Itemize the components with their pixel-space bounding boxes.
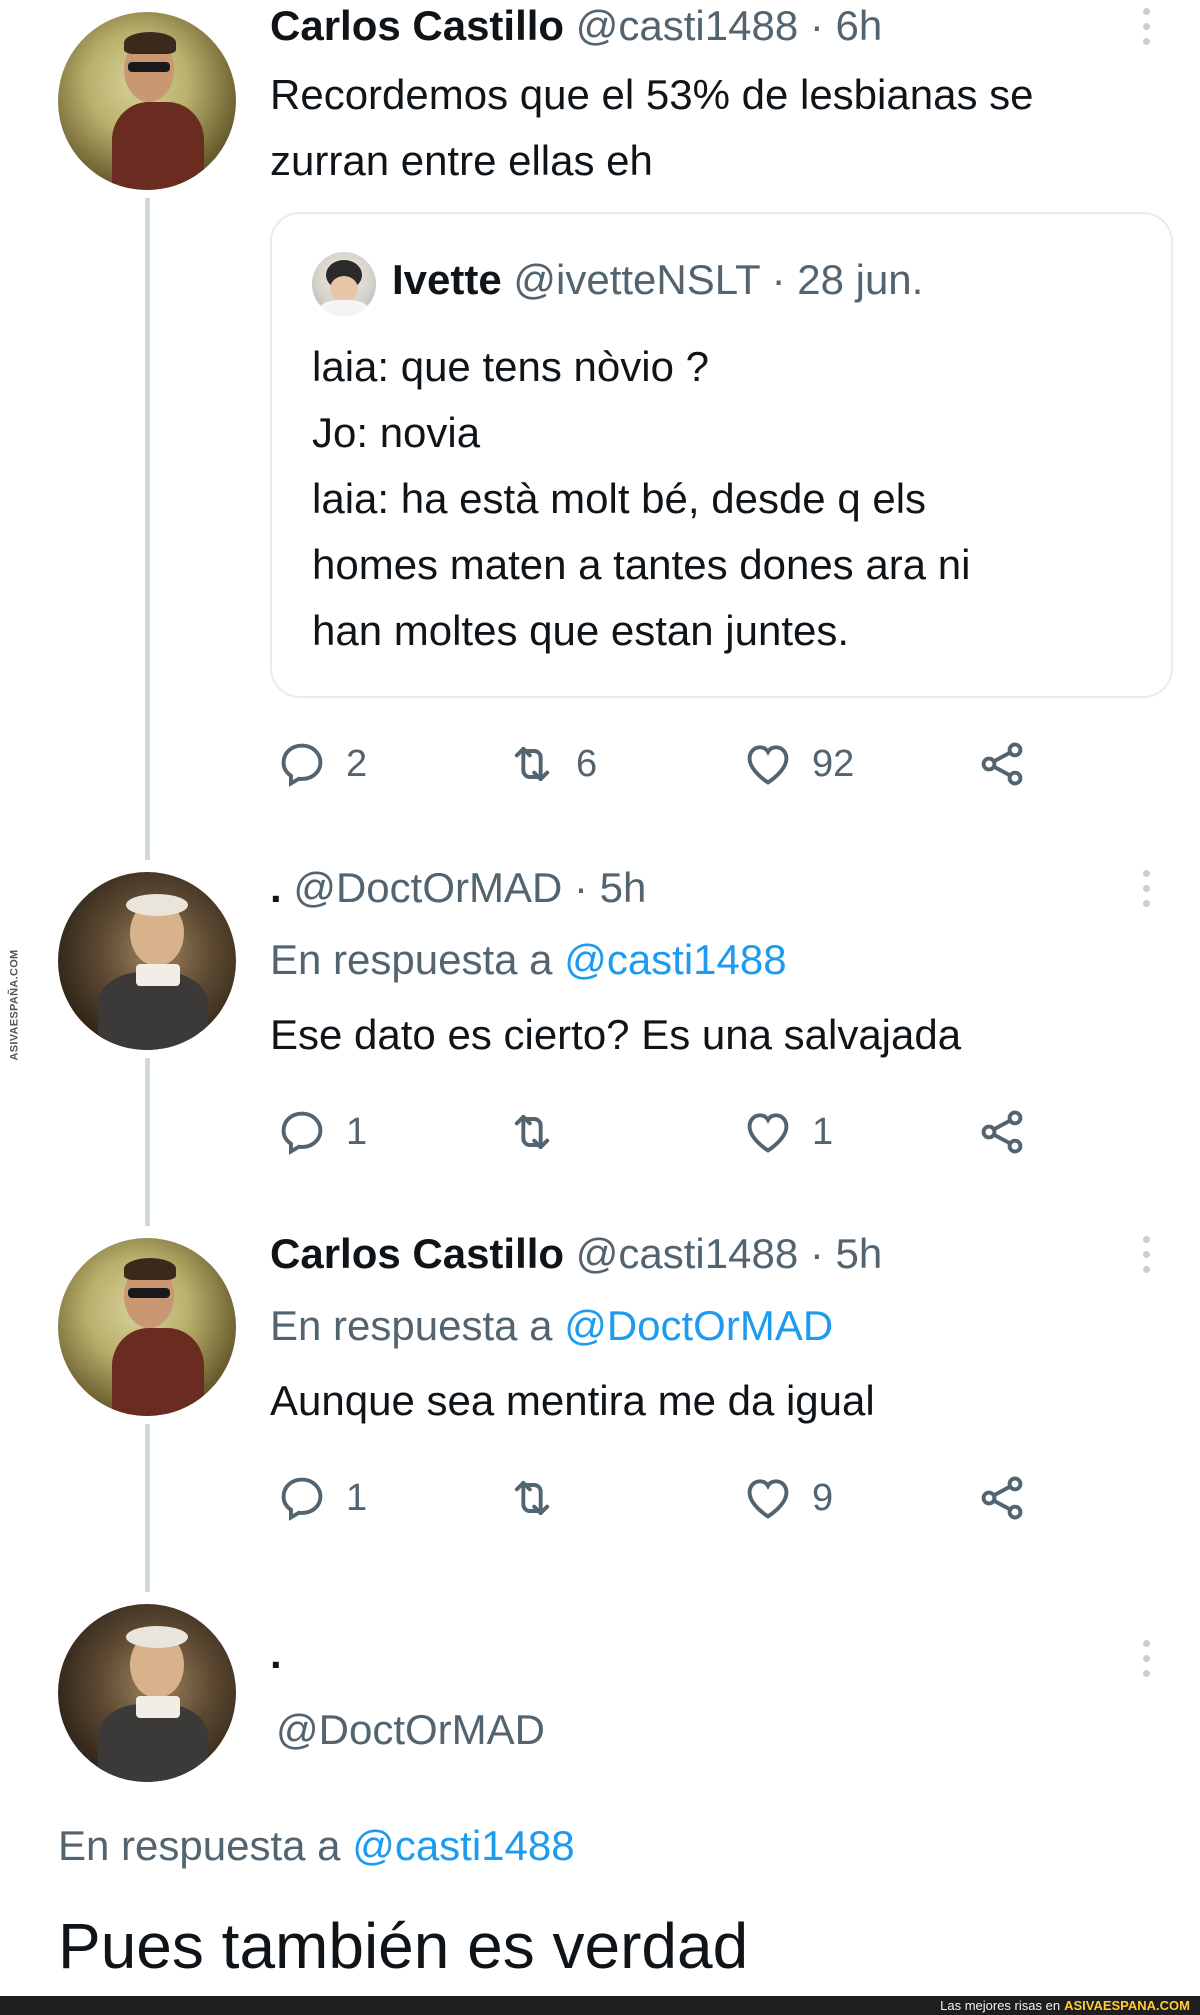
- tweet-header: .: [270, 1630, 282, 1678]
- tweet-header: Carlos Castillo @casti1488 · 6h: [270, 2, 882, 50]
- tweet-actions: 1 1: [270, 1102, 1050, 1162]
- reply-button[interactable]: 1: [276, 1468, 367, 1528]
- footer-text: Las mejores risas en: [940, 1998, 1061, 2013]
- tweet-header: . @DoctOrMAD · 5h: [270, 864, 646, 912]
- retweet-icon: [514, 746, 550, 782]
- retweet-count: 6: [576, 742, 598, 785]
- reply-prefix: En respuesta a: [270, 1302, 553, 1349]
- tweet-time[interactable]: · 6h: [810, 2, 882, 49]
- tweet-text: Ese dato es cierto? Es una salvajada: [270, 1011, 962, 1058]
- share-icon: [981, 1110, 1023, 1154]
- tweet-header: Carlos Castillo @casti1488 · 5h: [270, 1230, 882, 1278]
- more-options-icon[interactable]: [1136, 1640, 1156, 1677]
- reply-context: En respuesta a @DoctOrMAD: [270, 1302, 833, 1350]
- reply-count: 1: [346, 1476, 368, 1519]
- user-handle[interactable]: @casti1488: [576, 1230, 798, 1277]
- twitter-thread-screenshot: ASIVAESPAÑA.COM Carlos Castillo @casti14…: [0, 0, 1200, 2015]
- like-count: 92: [812, 742, 855, 785]
- reply-button[interactable]: 2: [276, 734, 367, 794]
- share-icon: [981, 1476, 1023, 1520]
- user-handle[interactable]: @DoctOrMAD: [276, 1706, 545, 1753]
- share-button[interactable]: [976, 734, 1028, 794]
- tweet-time: · 28 jun.: [771, 256, 924, 303]
- reply-mention-link[interactable]: @DoctOrMAD: [564, 1302, 833, 1349]
- heart-icon: [747, 1479, 789, 1519]
- site-watermark: ASIVAESPAÑA.COM: [2, 940, 28, 1070]
- reply-icon: [281, 1111, 323, 1155]
- quoted-tweet-header: Ivette @ivetteNSLT · 28 jun.: [392, 256, 923, 304]
- thread-line: [145, 1058, 150, 1226]
- reply-icon: [281, 1477, 323, 1521]
- more-options-icon[interactable]: [1136, 870, 1156, 907]
- footer-brand-link[interactable]: ASIVAESPANA.COM: [1064, 1998, 1190, 2013]
- site-watermark-text: ASIVAESPAÑA.COM: [9, 949, 22, 1061]
- tweet-actions: 1 9: [270, 1468, 1050, 1528]
- retweet-button[interactable]: 6: [506, 734, 597, 794]
- reply-button[interactable]: 1: [276, 1102, 367, 1162]
- like-button[interactable]: 92: [742, 734, 854, 794]
- reply-mention-link[interactable]: @casti1488: [564, 936, 786, 983]
- like-count: 1: [812, 1110, 834, 1153]
- quoted-tweet[interactable]: Ivette @ivetteNSLT · 28 jun. laia: que t…: [270, 212, 1173, 698]
- more-options-icon[interactable]: [1136, 1236, 1156, 1273]
- avatar: [312, 252, 376, 316]
- display-name[interactable]: .: [270, 864, 282, 911]
- avatar[interactable]: [58, 12, 236, 190]
- reply-context: En respuesta a @casti1488: [58, 1822, 575, 1870]
- tweet-handle-row: @DoctOrMAD: [276, 1706, 545, 1754]
- like-count: 9: [812, 1476, 834, 1519]
- avatar[interactable]: [58, 1238, 236, 1416]
- user-handle: @ivetteNSLT: [513, 256, 760, 303]
- retweet-icon: [514, 1480, 550, 1516]
- share-button[interactable]: [976, 1468, 1028, 1528]
- quoted-tweet-text: laia: que tens nòvio ? Jo: novia laia: h…: [312, 343, 971, 654]
- display-name: Ivette: [392, 256, 502, 303]
- tweet-time[interactable]: · 5h: [574, 864, 646, 911]
- thread-line: [145, 198, 150, 860]
- heart-icon: [747, 745, 789, 785]
- reply-count: 1: [346, 1110, 368, 1153]
- user-handle[interactable]: @DoctOrMAD: [293, 864, 562, 911]
- tweet-actions: 2 6 92: [270, 734, 1050, 794]
- heart-icon: [747, 1113, 789, 1153]
- reply-count: 2: [346, 742, 368, 785]
- reply-prefix: En respuesta a: [58, 1822, 341, 1869]
- display-name[interactable]: .: [270, 1630, 282, 1677]
- like-button[interactable]: 1: [742, 1102, 833, 1162]
- reply-prefix: En respuesta a: [270, 936, 553, 983]
- display-name[interactable]: Carlos Castillo: [270, 1230, 564, 1277]
- reply-context: En respuesta a @casti1488: [270, 936, 787, 984]
- share-button[interactable]: [976, 1102, 1028, 1162]
- display-name[interactable]: Carlos Castillo: [270, 2, 564, 49]
- tweet-text: Aunque sea mentira me da igual: [270, 1377, 875, 1424]
- user-handle[interactable]: @casti1488: [576, 2, 798, 49]
- tweet-text: Pues también es verdad: [58, 1910, 749, 1982]
- avatar[interactable]: [58, 872, 236, 1050]
- tweet-text: Recordemos que el 53% de lesbianas se zu…: [270, 71, 1034, 184]
- reply-mention-link[interactable]: @casti1488: [352, 1822, 574, 1869]
- retweet-button[interactable]: [506, 1102, 576, 1162]
- more-options-icon[interactable]: [1136, 8, 1156, 45]
- retweet-icon: [514, 1114, 550, 1150]
- reply-icon: [281, 743, 323, 787]
- share-icon: [981, 742, 1023, 786]
- retweet-button[interactable]: [506, 1468, 576, 1528]
- avatar[interactable]: [58, 1604, 236, 1782]
- footer-bar: Las mejores risas en ASIVAESPANA.COM: [0, 1996, 1200, 2015]
- thread-line: [145, 1424, 150, 1592]
- like-button[interactable]: 9: [742, 1468, 833, 1528]
- tweet-time[interactable]: · 5h: [810, 1230, 882, 1277]
